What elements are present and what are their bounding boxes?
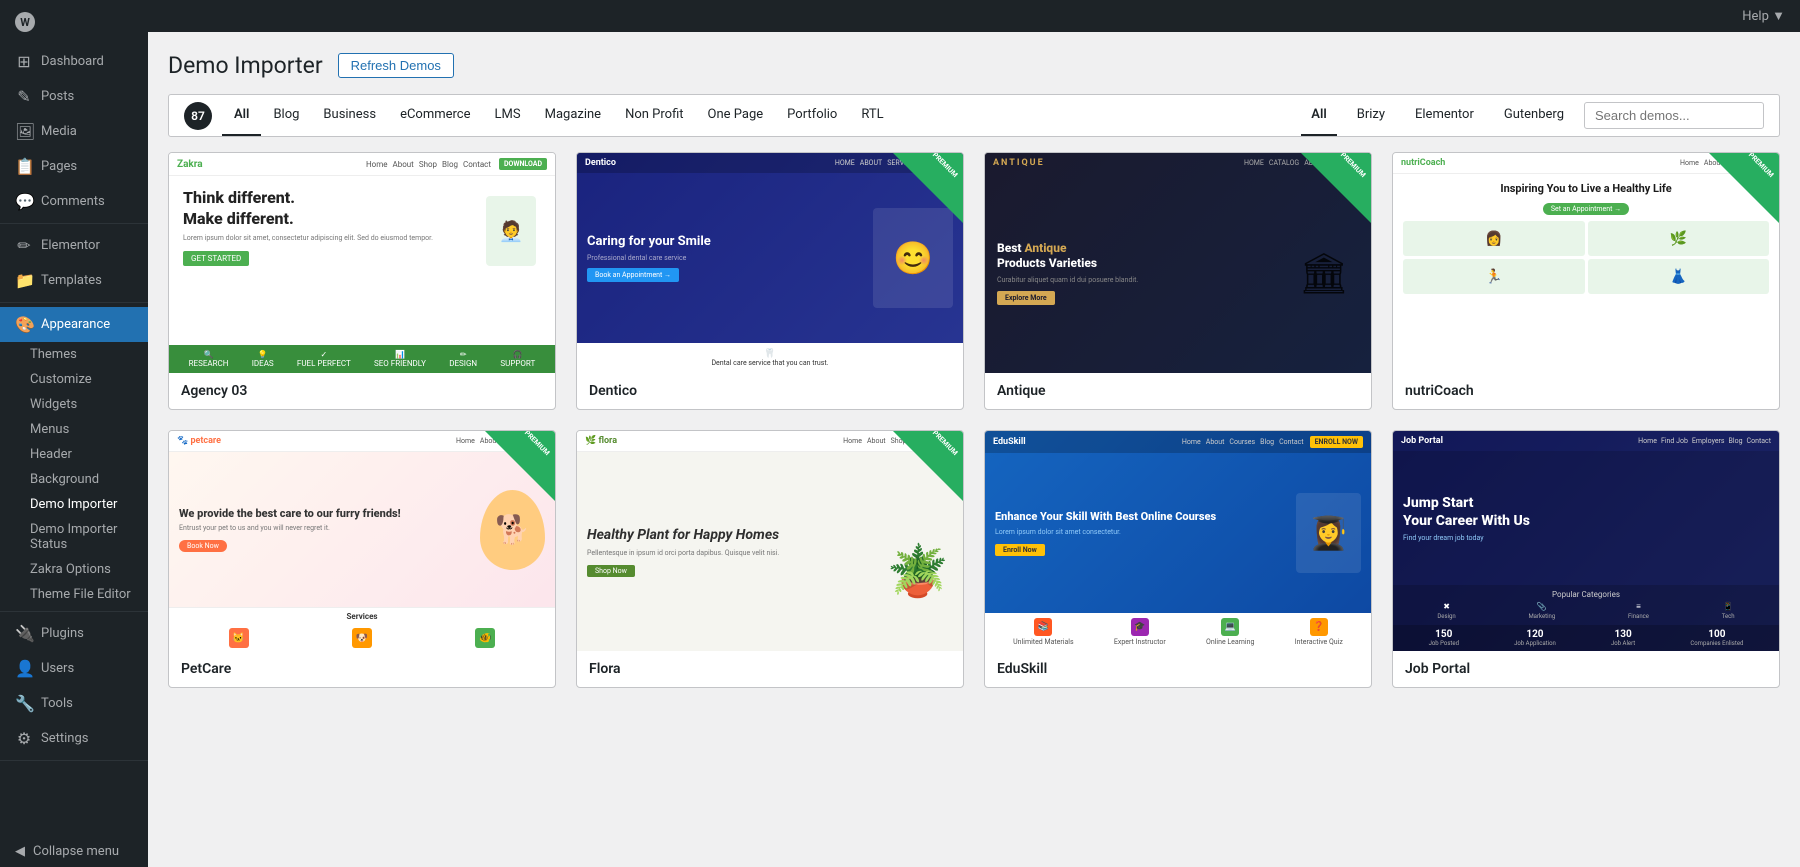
filter-bar: 87 All Blog Business eCommerce LMS Magaz…	[168, 94, 1780, 137]
plugins-icon: 🔌	[15, 624, 33, 643]
sidebar-item-appearance[interactable]: 🎨 Appearance	[0, 307, 148, 342]
collapse-menu[interactable]: ◀ Collapse menu	[0, 836, 148, 867]
demo-thumb-flora: 🌿 flora Home About Shop Blog Contact	[577, 431, 963, 651]
demo-thumb-nutricoach: nutriCoach Home About Blog Contact Inspi…	[1393, 153, 1779, 373]
demo-thumb-petcare: 🐾 petcare Home About Blog Contact We pro…	[169, 431, 555, 651]
page-header: Demo Importer Refresh Demos	[168, 52, 1780, 79]
tools-icon: 🔧	[15, 694, 33, 713]
sidebar-item-plugins[interactable]: 🔌 Plugins	[0, 616, 148, 651]
sidebar-sub-themes[interactable]: Themes	[0, 342, 148, 367]
filter-tab-rtl[interactable]: RTL	[849, 95, 895, 136]
sidebar-item-settings[interactable]: ⚙ Settings	[0, 721, 148, 756]
sidebar-item-elementor[interactable]: ✏ Elementor	[0, 228, 148, 263]
builder-tab-elementor[interactable]: Elementor	[1405, 95, 1484, 136]
help-button[interactable]: Help ▼	[1742, 8, 1785, 24]
demo-label-dentico: Dentico	[577, 373, 963, 409]
comments-icon: 💬	[15, 192, 33, 211]
sidebar-logo: W	[0, 0, 148, 44]
sidebar-item-media[interactable]: 🖼 Media	[0, 114, 148, 149]
users-icon: 👤	[15, 659, 33, 678]
demo-card-petcare[interactable]: 🐾 petcare Home About Blog Contact We pro…	[168, 430, 556, 688]
builder-tab-gutenberg[interactable]: Gutenberg	[1494, 95, 1574, 136]
filter-tab-blog[interactable]: Blog	[261, 95, 311, 136]
filter-tab-all[interactable]: All	[222, 95, 261, 136]
content-area: Demo Importer Refresh Demos 87 All Blog …	[148, 32, 1800, 867]
elementor-icon: ✏	[15, 236, 33, 255]
sidebar-sub-background[interactable]: Background	[0, 467, 148, 492]
demo-grid: Zakra Home About Shop Blog Contact DOWNL…	[168, 152, 1780, 688]
templates-icon: 📁	[15, 271, 33, 290]
sidebar-item-posts[interactable]: ✎ Posts	[0, 79, 148, 114]
sidebar-item-dashboard[interactable]: ⊞ Dashboard	[0, 44, 148, 79]
sidebar-sub-demo-importer[interactable]: Demo Importer	[0, 492, 148, 517]
demo-label-nutricoach: nutriCoach	[1393, 373, 1779, 409]
demo-label-flora: Flora	[577, 651, 963, 687]
sidebar-sub-demo-importer-status[interactable]: Demo Importer Status	[0, 517, 148, 557]
sidebar: W ⊞ Dashboard ✎ Posts 🖼 Media 📋 Pages 💬 …	[0, 0, 148, 867]
filter-tab-magazine[interactable]: Magazine	[533, 95, 613, 136]
settings-icon: ⚙	[15, 729, 33, 748]
demo-card-agency03[interactable]: Zakra Home About Shop Blog Contact DOWNL…	[168, 152, 556, 410]
filter-tabs-left: 87 All Blog Business eCommerce LMS Magaz…	[184, 95, 896, 136]
main-content: Help ▼ Demo Importer Refresh Demos 87 Al…	[148, 0, 1800, 867]
sidebar-sub-header[interactable]: Header	[0, 442, 148, 467]
page-title: Demo Importer	[168, 52, 323, 79]
demo-card-antique[interactable]: ANTIQUE HOME CATALOG ABOUT CONTACT Best …	[984, 152, 1372, 410]
demo-label-agency03: Agency 03	[169, 373, 555, 409]
filter-tab-one-page[interactable]: One Page	[696, 95, 776, 136]
sidebar-item-templates[interactable]: 📁 Templates	[0, 263, 148, 298]
filter-tab-ecommerce[interactable]: eCommerce	[388, 95, 482, 136]
demo-label-eduskill: EduSkill	[985, 651, 1371, 687]
posts-icon: ✎	[15, 87, 33, 106]
demo-thumb-jobportal: Job Portal Home Find Job Employers Blog …	[1393, 431, 1779, 651]
sidebar-item-tools[interactable]: 🔧 Tools	[0, 686, 148, 721]
sidebar-sub-theme-file-editor[interactable]: Theme File Editor	[0, 582, 148, 607]
media-icon: 🖼	[15, 122, 33, 141]
sidebar-sub-widgets[interactable]: Widgets	[0, 392, 148, 417]
demo-card-dentico[interactable]: Dentico HOME ABOUT SERVICES CONTACT Cari…	[576, 152, 964, 410]
sidebar-item-comments[interactable]: 💬 Comments	[0, 184, 148, 219]
sidebar-sub-customize[interactable]: Customize	[0, 367, 148, 392]
filter-right: All Brizy Elementor Gutenberg	[1301, 95, 1764, 136]
builder-tab-all[interactable]: All	[1301, 95, 1336, 136]
filter-tab-lms[interactable]: LMS	[483, 95, 533, 136]
demo-thumb-agency03: Zakra Home About Shop Blog Contact DOWNL…	[169, 153, 555, 373]
appearance-icon: 🎨	[15, 315, 33, 334]
demo-card-nutricoach[interactable]: nutriCoach Home About Blog Contact Inspi…	[1392, 152, 1780, 410]
filter-tab-nonprofit[interactable]: Non Profit	[613, 95, 695, 136]
builder-tab-brizy[interactable]: Brizy	[1347, 95, 1395, 136]
demo-card-flora[interactable]: 🌿 flora Home About Shop Blog Contact	[576, 430, 964, 688]
demo-label-jobportal: Job Portal	[1393, 651, 1779, 687]
demo-thumb-antique: ANTIQUE HOME CATALOG ABOUT CONTACT Best …	[985, 153, 1371, 373]
demo-label-antique: Antique	[985, 373, 1371, 409]
demo-card-eduskill[interactable]: EduSkill Home About Courses Blog Contact…	[984, 430, 1372, 688]
filter-tab-business[interactable]: Business	[311, 95, 388, 136]
pages-icon: 📋	[15, 157, 33, 176]
demo-thumb-dentico: Dentico HOME ABOUT SERVICES CONTACT Cari…	[577, 153, 963, 373]
demo-card-jobportal[interactable]: Job Portal Home Find Job Employers Blog …	[1392, 430, 1780, 688]
refresh-demos-button[interactable]: Refresh Demos	[338, 53, 454, 78]
collapse-icon: ◀	[15, 844, 25, 859]
sidebar-item-users[interactable]: 👤 Users	[0, 651, 148, 686]
search-input[interactable]	[1584, 102, 1764, 129]
sidebar-item-pages[interactable]: 📋 Pages	[0, 149, 148, 184]
dashboard-icon: ⊞	[15, 52, 33, 71]
demo-thumb-eduskill: EduSkill Home About Courses Blog Contact…	[985, 431, 1371, 651]
sidebar-sub-zakra-options[interactable]: Zakra Options	[0, 557, 148, 582]
sidebar-sub-menus[interactable]: Menus	[0, 417, 148, 442]
filter-tab-portfolio[interactable]: Portfolio	[775, 95, 849, 136]
demo-label-petcare: PetCare	[169, 651, 555, 687]
demo-count-badge: 87	[184, 102, 212, 130]
topbar: Help ▼	[148, 0, 1800, 32]
wordpress-icon: W	[15, 12, 35, 32]
